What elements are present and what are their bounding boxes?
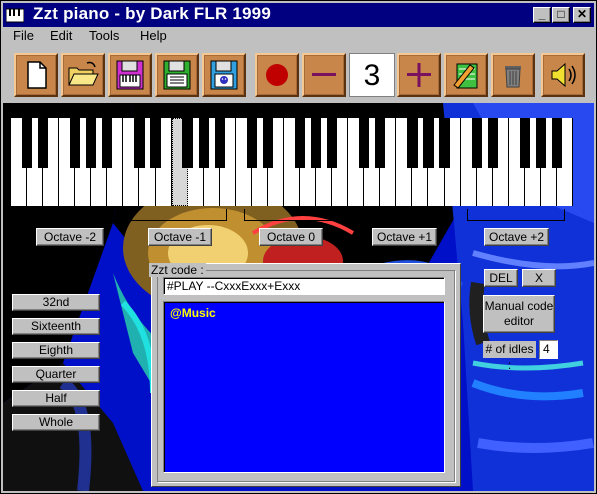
open-folder-button[interactable] — [61, 53, 105, 97]
black-key[interactable] — [102, 118, 113, 168]
menu-help[interactable]: Help — [140, 28, 167, 43]
black-key[interactable] — [310, 118, 322, 168]
black-key[interactable] — [198, 118, 209, 168]
black-key[interactable] — [551, 118, 563, 168]
toolbar: 3 — [3, 47, 594, 103]
save-text-button[interactable] — [155, 53, 199, 97]
manual-code-editor-label-2: editor — [503, 314, 535, 328]
close-button[interactable]: ✕ — [573, 7, 591, 23]
save-zzt-button[interactable] — [202, 53, 246, 97]
duration-eighth-button[interactable]: Eighth — [12, 342, 100, 359]
octave-plus-2-button[interactable]: Octave +2 — [484, 228, 549, 246]
black-key[interactable] — [359, 118, 370, 168]
new-file-button[interactable] — [14, 53, 58, 97]
black-key[interactable] — [70, 118, 81, 168]
app-window: Zzt piano - by Dark FLR 1999 _ □ ✕ File … — [0, 0, 597, 494]
open-folder-icon — [68, 61, 99, 86]
black-key[interactable] — [519, 118, 530, 168]
duration-quarter-button[interactable]: Quarter — [12, 366, 100, 383]
black-key[interactable] — [246, 118, 257, 168]
x-button[interactable]: X — [522, 269, 556, 287]
window-title: Zzt piano - by Dark FLR 1999 — [33, 4, 271, 23]
speaker-icon — [551, 62, 576, 88]
delete-button[interactable] — [491, 53, 535, 97]
black-key[interactable] — [214, 118, 225, 168]
record-button[interactable] — [255, 53, 299, 97]
maximize-button[interactable]: □ — [552, 7, 570, 23]
octave-0-button[interactable]: Octave 0 — [259, 228, 323, 246]
black-key[interactable] — [407, 118, 418, 168]
duration-whole-button[interactable]: Whole — [12, 414, 100, 431]
play-command-input[interactable]: #PLAY --CxxxExxx+Exxx — [163, 277, 445, 295]
black-key[interactable] — [439, 118, 450, 168]
piano-keyboard[interactable] — [11, 118, 573, 206]
black-key[interactable] — [182, 118, 193, 168]
notes-editor-icon — [453, 63, 478, 89]
notes-editor-button[interactable] — [444, 53, 488, 97]
play-sound-button[interactable] — [541, 53, 585, 97]
black-key[interactable] — [471, 118, 482, 168]
del-button[interactable]: DEL — [484, 269, 518, 287]
black-key[interactable] — [327, 118, 338, 168]
record-icon — [266, 64, 288, 86]
black-key[interactable] — [375, 118, 386, 168]
octave-bracket — [129, 209, 227, 221]
black-key[interactable] — [150, 118, 161, 168]
black-key[interactable] — [21, 118, 33, 168]
code-text: @Music — [170, 306, 216, 320]
manual-code-editor-label-1: Manual code — [484, 299, 554, 313]
octave-down-button[interactable] — [302, 53, 346, 97]
black-key[interactable] — [37, 118, 49, 168]
duration-half-button[interactable]: Half — [12, 390, 100, 407]
black-key[interactable] — [535, 118, 546, 168]
octave-display: 3 — [349, 53, 395, 97]
duration-32nd-button[interactable]: 32nd — [12, 294, 100, 311]
save-keyboard-button[interactable] — [108, 53, 152, 97]
octave-bracket — [11, 209, 122, 221]
black-key[interactable] — [86, 118, 97, 168]
menu-edit[interactable]: Edit — [50, 28, 72, 43]
plus-icon — [407, 63, 431, 87]
octave-minus-2-button[interactable]: Octave -2 — [36, 228, 104, 246]
minus-icon — [312, 73, 336, 76]
minimize-button[interactable]: _ — [533, 7, 551, 23]
black-key[interactable] — [423, 118, 434, 168]
save-zzt-disk-icon — [210, 60, 238, 90]
piano-app-icon — [6, 8, 24, 23]
menu-file[interactable]: File — [13, 28, 34, 43]
octave-up-button[interactable] — [397, 53, 441, 97]
title-bar[interactable]: Zzt piano - by Dark FLR 1999 _ □ ✕ — [3, 3, 594, 27]
new-file-icon — [27, 61, 47, 89]
duration-sixteenth-button[interactable]: Sixteenth — [12, 318, 100, 335]
black-key[interactable] — [262, 118, 274, 168]
zzt-code-editor[interactable]: @Music — [163, 301, 445, 473]
black-key[interactable] — [134, 118, 145, 168]
save-text-disk-icon — [163, 60, 191, 90]
octave-bracket — [244, 209, 342, 221]
black-key[interactable] — [294, 118, 306, 168]
menu-tools[interactable]: Tools — [89, 28, 119, 43]
manual-code-editor-button[interactable]: Manual code editor — [483, 295, 555, 333]
idles-input[interactable]: 4 — [539, 340, 558, 359]
zzt-code-label: Zzt code : — [149, 263, 206, 277]
save-keyboard-disk-icon — [116, 60, 144, 90]
menu-bar: File Edit Tools Help — [3, 27, 594, 45]
trash-icon — [505, 66, 521, 88]
idles-label: # of idles : — [483, 341, 536, 372]
octave-plus-1-button[interactable]: Octave +1 — [372, 228, 437, 246]
octave-minus-1-button[interactable]: Octave -1 — [148, 228, 212, 246]
octave-bracket — [467, 209, 565, 221]
black-key[interactable] — [487, 118, 498, 168]
